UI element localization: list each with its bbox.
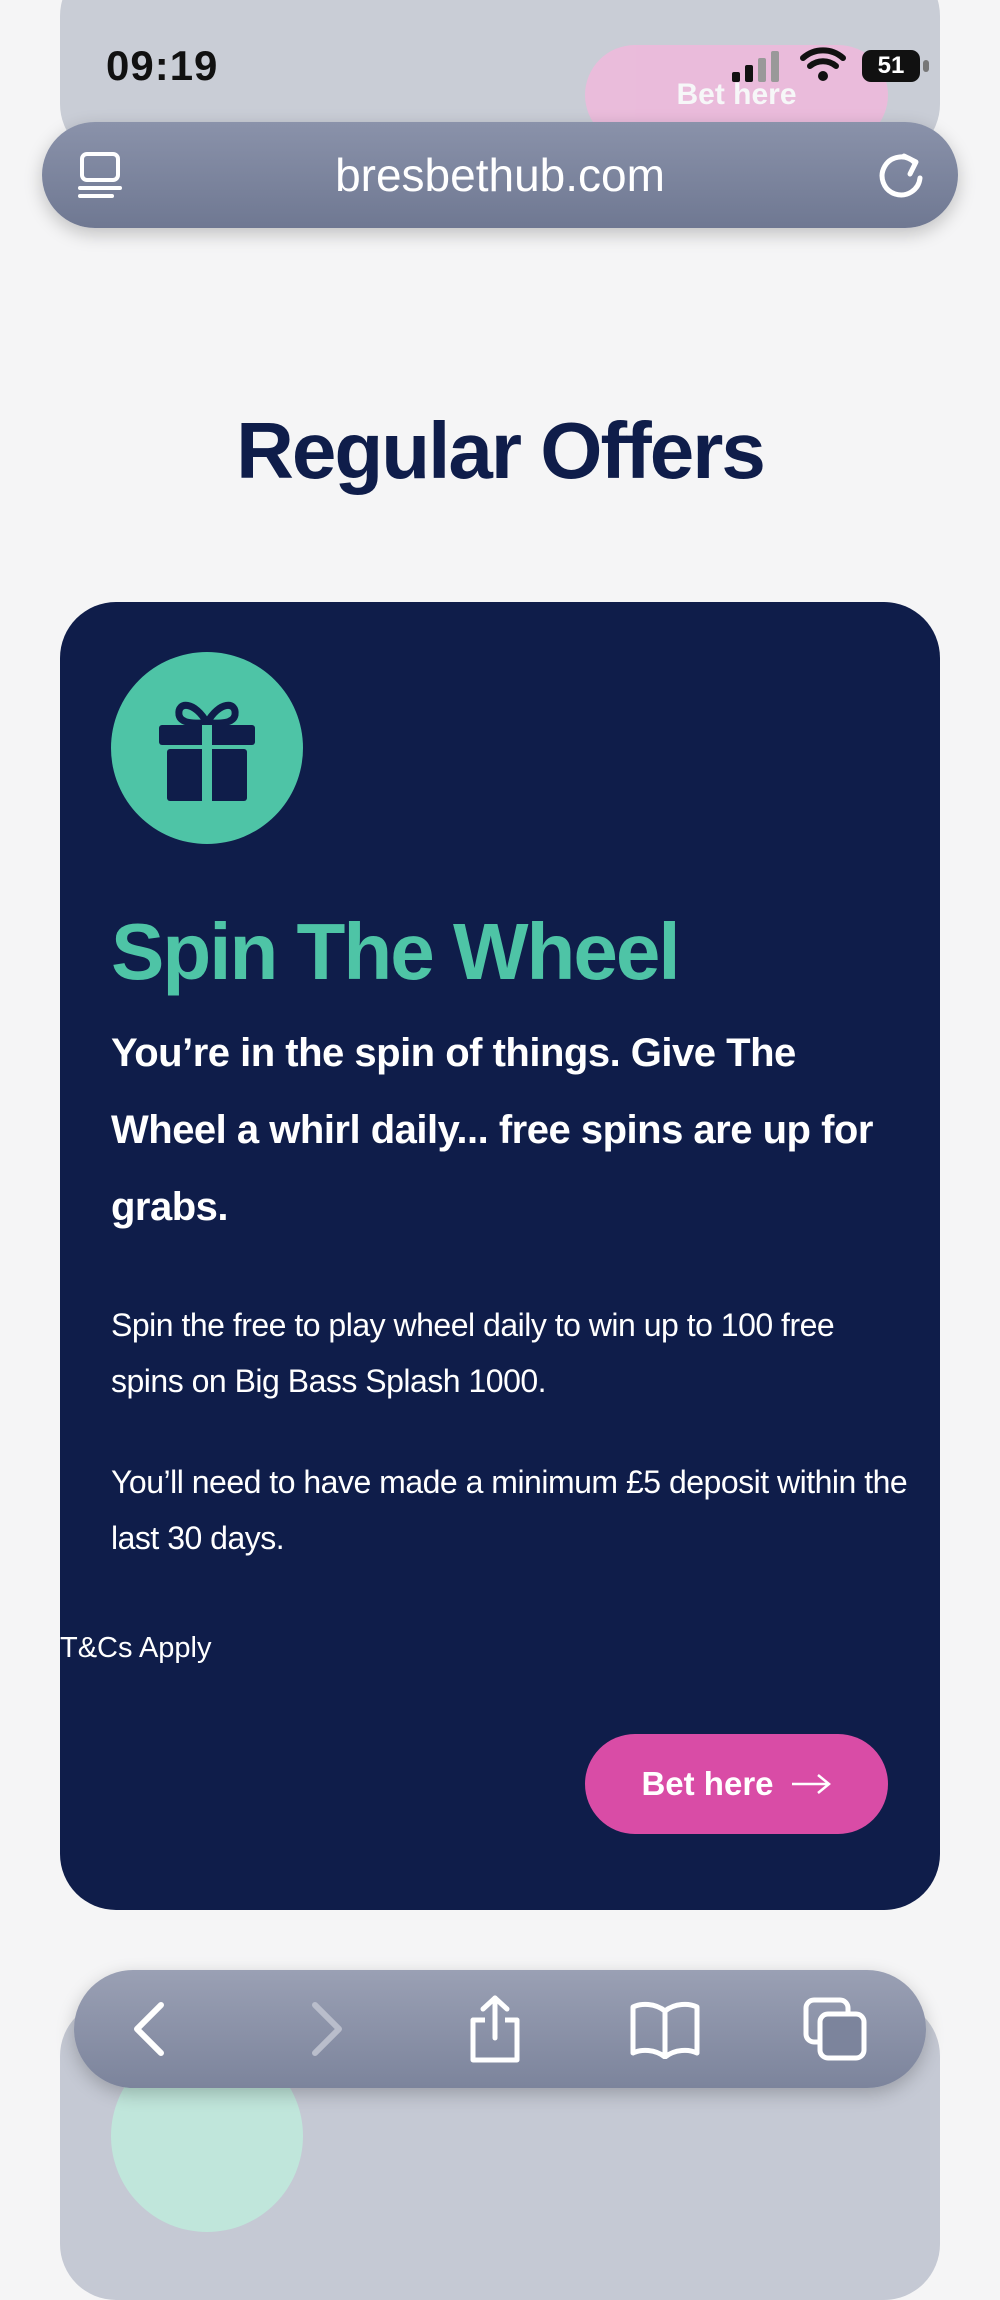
page-title: Regular Offers <box>236 406 766 495</box>
wifi-icon <box>800 47 846 81</box>
battery-icon: 51 <box>862 50 932 84</box>
status-time: 09:19 <box>106 42 219 89</box>
tabs-overview-icon[interactable] <box>76 150 126 200</box>
offer-subtitle: You’re in the spin of things. Give The W… <box>111 1031 873 1229</box>
url-text[interactable]: bresbethub.com <box>335 148 665 202</box>
browser-toolbar <box>74 1970 926 2088</box>
status-bar: Bet here 09:19 51 <box>0 0 1000 145</box>
address-bar[interactable]: bresbethub.com <box>42 122 958 228</box>
terms-link[interactable]: T&Cs Apply <box>60 1632 212 1665</box>
bet-here-label: Bet here <box>641 1765 774 1802</box>
bookmarks-icon[interactable] <box>628 1992 702 2066</box>
cellular-signal-icon <box>732 51 779 82</box>
offer-icon-badge <box>111 652 303 844</box>
back-icon[interactable] <box>112 1992 186 2066</box>
offer-requirement: You’ll need to have made a minimum £5 de… <box>111 1464 908 1556</box>
gift-icon <box>159 702 255 801</box>
forward-icon[interactable] <box>290 1992 364 2066</box>
share-icon[interactable] <box>458 1992 532 2066</box>
tabs-icon[interactable] <box>798 1992 872 2066</box>
offer-card: Spin The Wheel You’re in the spin of thi… <box>60 602 940 1910</box>
reload-icon[interactable] <box>874 148 928 202</box>
offer-title: Spin The Wheel <box>111 907 681 996</box>
arrow-right-icon <box>791 1774 831 1794</box>
offer-description: Spin the free to play wheel daily to win… <box>111 1307 835 1399</box>
bet-here-button[interactable]: Bet here <box>585 1734 888 1834</box>
battery-level: 51 <box>862 50 920 82</box>
